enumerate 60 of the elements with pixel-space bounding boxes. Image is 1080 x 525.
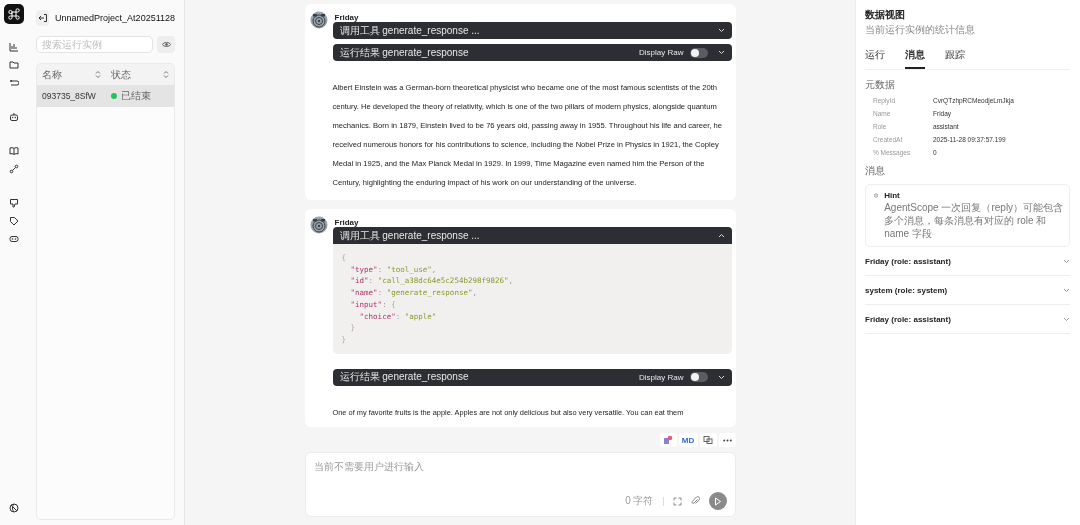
eye-icon — [161, 40, 171, 49]
char-count: 0 字符 — [625, 494, 654, 508]
panel-tab[interactable]: 跟踪 — [945, 45, 965, 69]
tool-call-bar[interactable]: 调用工具 generate_response ... — [332, 227, 732, 244]
thumbs-down-icon[interactable] — [9, 198, 19, 208]
tool-result-bar[interactable]: 运行结果 generate_response Display Raw — [332, 368, 732, 386]
app-logo-icon[interactable] — [4, 4, 24, 24]
chevron-down-icon — [1063, 287, 1070, 293]
section-title: 消息 — [865, 164, 886, 178]
display-raw-label: Display Raw — [639, 372, 684, 382]
tag-icon[interactable] — [9, 216, 19, 226]
display-raw-label: Display Raw — [639, 48, 684, 57]
paperclip-icon[interactable] — [690, 496, 700, 506]
folder-icon[interactable] — [9, 60, 19, 70]
hint-text: AgentScope 一次回复（reply）可能包含多个消息，每条消息有对应的 role 和 name 字段 — [884, 201, 1065, 240]
eye-button[interactable] — [157, 36, 175, 53]
run-status: 已结束 — [120, 89, 151, 103]
panel-title: 数据视图 — [865, 8, 906, 22]
flow-icon[interactable] — [9, 78, 19, 88]
hint-title: Hint — [884, 191, 901, 200]
play-icon — [713, 496, 722, 506]
input-placeholder: 当前不需要用户进行输入 — [313, 460, 425, 474]
copy-icon[interactable] — [659, 433, 677, 447]
chevron-up-icon — [717, 233, 725, 238]
robot-icon[interactable] — [9, 112, 19, 122]
project-title: UnnamedProject_At20251128 — [55, 13, 175, 23]
chevron-down-icon — [1063, 316, 1070, 322]
avatar-icon — [308, 9, 329, 29]
sender-name: Friday — [334, 13, 359, 22]
run-name: 093735_8SfW — [41, 91, 97, 101]
chevron-down-icon — [717, 28, 725, 33]
column-header[interactable]: 名称 — [42, 67, 62, 82]
message-accordion[interactable]: Friday (role: assistant) — [865, 305, 1070, 334]
back-button[interactable] — [36, 10, 50, 26]
bar-chart-icon[interactable] — [9, 42, 19, 52]
chevron-down-icon — [1063, 258, 1070, 264]
info-icon — [874, 191, 879, 200]
tool-result-bar[interactable]: 运行结果 generate_response Display Raw — [332, 44, 732, 61]
layers-icon[interactable] — [699, 433, 717, 447]
book-icon[interactable] — [9, 146, 19, 156]
exit-icon — [37, 13, 48, 23]
chevron-down-icon — [717, 50, 725, 55]
message-accordion[interactable]: Friday (role: assistant) — [865, 247, 1070, 276]
sender-name: Friday — [334, 218, 359, 227]
panel-subtitle: 当前运行实例的统计信息 — [865, 23, 976, 37]
markdown-button[interactable]: MD — [678, 433, 698, 447]
display-raw-toggle[interactable] — [689, 47, 708, 58]
tool-call-bar[interactable]: 调用工具 generate_response ... — [332, 22, 732, 39]
run-row[interactable]: 093735_8SfW 已结束 — [37, 85, 174, 107]
send-button[interactable] — [708, 492, 727, 510]
nodes-icon[interactable] — [9, 164, 19, 174]
panel-tab[interactable]: 消息 — [905, 45, 925, 69]
avatar-icon — [308, 214, 329, 234]
gamepad-icon[interactable] — [9, 234, 19, 244]
chevron-down-icon — [717, 374, 725, 380]
column-header[interactable]: 状态 — [110, 67, 131, 82]
display-raw-toggle[interactable] — [689, 372, 708, 383]
panel-tab[interactable]: 运行 — [865, 45, 885, 69]
message-accordion[interactable]: system (role: system) — [865, 276, 1070, 305]
section-title: 元数据 — [865, 78, 896, 92]
